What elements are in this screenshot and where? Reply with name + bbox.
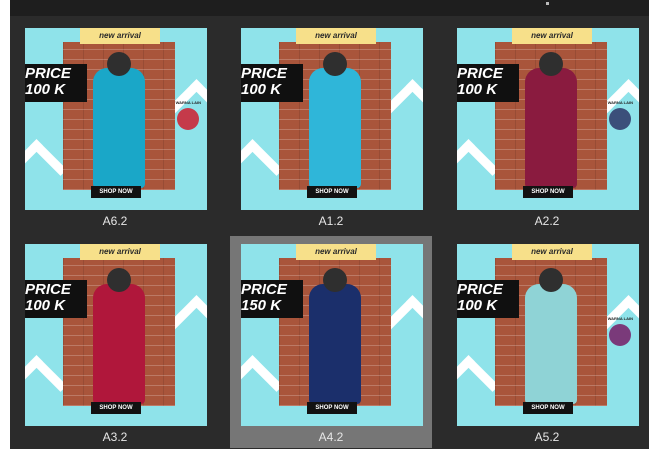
price-value: 100 K [241,81,282,98]
thumbnail-caption: A5.2 [534,430,560,444]
price-tag: PRICE 100 K [457,280,519,318]
thumbnail-tile[interactable]: new arrival PRICE 100 K WARNA LAIN SHOP … [446,20,648,232]
hijab [107,268,131,292]
hijab [539,268,563,292]
price-value: 100 K [25,81,66,98]
shop-now-button: SHOP NOW [523,402,573,414]
price-tag: PRICE 100 K [25,64,87,102]
gallery-window: new arrival PRICE 100 K WARNA LAIN SHOP … [10,0,649,449]
thumbnail-caption: A3.2 [102,430,128,444]
other-colors-label: WARNA LAIN [607,316,633,321]
price-label: PRICE [241,65,287,82]
price-label: PRICE [457,281,503,298]
thumbnail-caption: A4.2 [318,430,344,444]
price-tag: PRICE 150 K [241,280,303,318]
hijab [107,52,131,76]
thumbnail-tile[interactable]: new arrival PRICE 100 K SHOP NOW A1.2 [230,20,432,232]
thumbnail-tile[interactable]: new arrival PRICE 100 K SHOP NOW A3.2 [14,236,216,448]
thumbnail-caption: A1.2 [318,214,344,228]
chevron-decoration-icon [241,355,283,416]
thumbnail-caption: A2.2 [534,214,560,228]
product-image: new arrival PRICE 100 K SHOP NOW [241,28,423,210]
product-image: new arrival PRICE 150 K SHOP NOW [241,244,423,426]
chevron-decoration-icon [25,355,67,416]
new-arrival-banner: new arrival [296,244,376,260]
chevron-decoration-icon [457,355,499,416]
new-arrival-banner: new arrival [512,244,592,260]
product-image: new arrival PRICE 100 K WARNA LAIN SHOP … [457,28,639,210]
dress [525,284,577,404]
color-swatch [609,324,631,346]
color-swatch [177,108,199,130]
price-label: PRICE [25,281,71,298]
price-label: PRICE [25,65,71,82]
price-value: 150 K [241,297,282,314]
dress [309,284,361,404]
thumbnail-grid: new arrival PRICE 100 K WARNA LAIN SHOP … [10,0,649,449]
price-label: PRICE [241,281,287,298]
chevron-decoration-icon [457,139,499,200]
product-image: new arrival PRICE 100 K WARNA LAIN SHOP … [457,244,639,426]
shop-now-button: SHOP NOW [307,402,357,414]
hijab [323,52,347,76]
thumbnail-tile-selected[interactable]: new arrival PRICE 150 K SHOP NOW A4.2 [230,236,432,448]
product-image: new arrival PRICE 100 K SHOP NOW [25,244,207,426]
dress [93,68,145,188]
price-tag: PRICE 100 K [241,64,303,102]
dress [309,68,361,188]
dress [525,68,577,188]
shop-now-button: SHOP NOW [307,186,357,198]
new-arrival-banner: new arrival [80,28,160,44]
new-arrival-banner: new arrival [512,28,592,44]
shop-now-button: SHOP NOW [91,186,141,198]
other-colors-label: WARNA LAIN [175,100,201,105]
thumbnail-tile[interactable]: new arrival PRICE 100 K WARNA LAIN SHOP … [14,20,216,232]
thumbnail-caption: A6.2 [102,214,128,228]
price-tag: PRICE 100 K [25,280,87,318]
price-value: 100 K [457,297,498,314]
chevron-decoration-icon [25,139,67,200]
dress [93,284,145,404]
new-arrival-banner: new arrival [80,244,160,260]
product-image: new arrival PRICE 100 K WARNA LAIN SHOP … [25,28,207,210]
hijab [323,268,347,292]
price-tag: PRICE 100 K [457,64,519,102]
shop-now-button: SHOP NOW [91,402,141,414]
thumbnail-tile[interactable]: new arrival PRICE 100 K WARNA LAIN SHOP … [446,236,648,448]
price-value: 100 K [25,297,66,314]
new-arrival-banner: new arrival [296,28,376,44]
shop-now-button: SHOP NOW [523,186,573,198]
chevron-decoration-icon [241,139,283,200]
other-colors-label: WARNA LAIN [607,100,633,105]
price-label: PRICE [457,65,503,82]
color-swatch [609,108,631,130]
hijab [539,52,563,76]
price-value: 100 K [457,81,498,98]
